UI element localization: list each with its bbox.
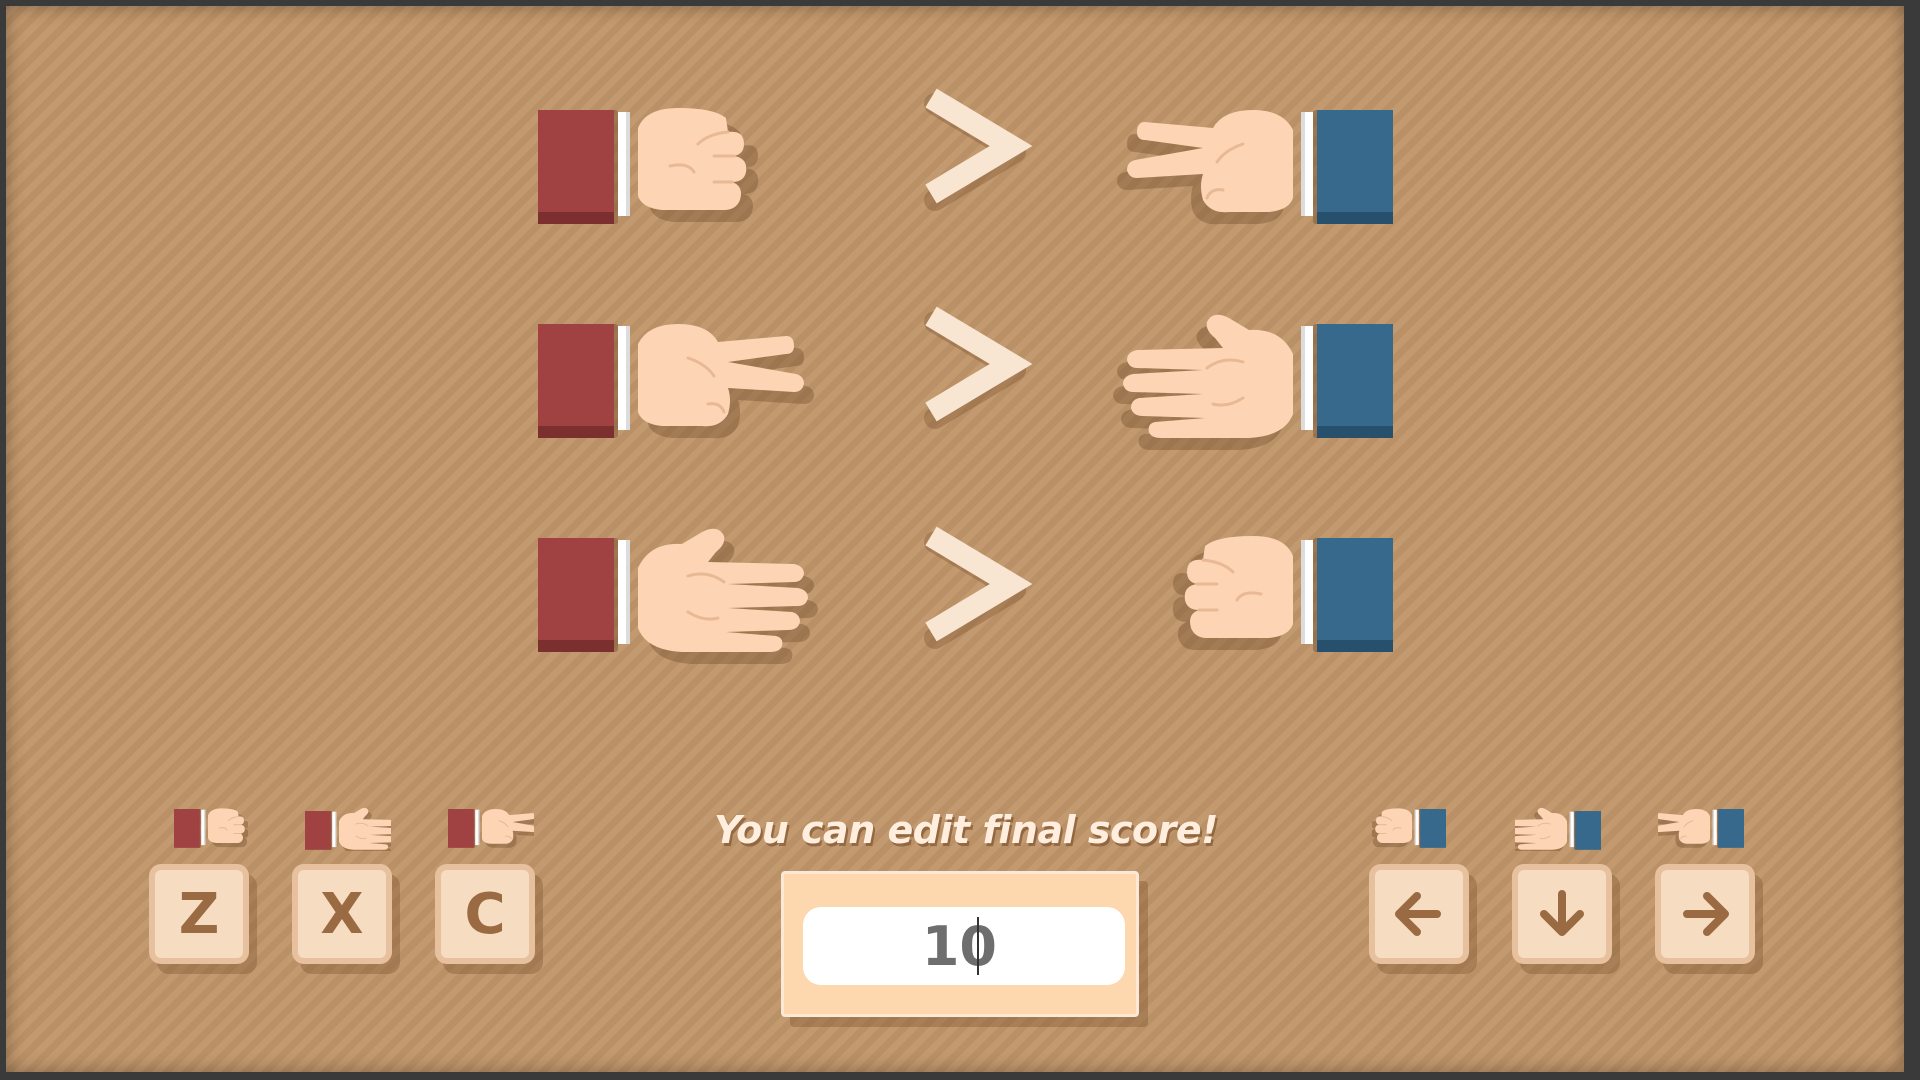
z-key-label: Z [178, 881, 220, 947]
left-arrow-key-button[interactable] [1375, 870, 1463, 958]
p1-paper-hand-icon [538, 527, 820, 666]
game-board: Z X C You can edit final score! 10 [6, 6, 1904, 1072]
left-arrow-icon [1395, 892, 1441, 936]
p2-paper-mini-icon [1515, 807, 1601, 851]
rule-row-scissors-beats-paper [538, 313, 1393, 452]
x-key-button[interactable]: X [298, 870, 386, 958]
p2-scissors-mini-icon [1658, 808, 1744, 849]
right-arrow-icon [1683, 892, 1729, 936]
down-arrow-key-button[interactable] [1518, 870, 1606, 958]
score-panel [781, 871, 1139, 1017]
p1-scissors-mini-icon [448, 808, 534, 849]
rule-row-paper-beats-rock [538, 527, 1393, 666]
text-caret [977, 917, 979, 975]
p2-scissors-hand-icon [1115, 108, 1393, 226]
beats-chevron-icon [931, 316, 1015, 418]
x-key-label: X [320, 881, 364, 947]
p2-paper-hand-icon [1111, 313, 1393, 452]
p1-rock-mini-icon [174, 807, 248, 849]
c-key-label: C [464, 881, 506, 947]
z-key-button[interactable]: Z [155, 870, 243, 958]
score-title: You can edit final score! [714, 808, 1218, 852]
down-arrow-icon [1540, 890, 1584, 936]
final-score-input[interactable] [803, 907, 1125, 985]
c-key-button[interactable]: C [441, 870, 529, 958]
p1-paper-mini-icon [305, 807, 391, 851]
rule-row-rock-beats-scissors [538, 98, 1393, 226]
p1-scissors-hand-icon [538, 322, 816, 440]
p1-rock-hand-icon [538, 106, 760, 226]
right-arrow-key-button[interactable] [1661, 870, 1749, 958]
beats-chevron-icon [931, 536, 1015, 638]
p2-rock-hand-icon [1171, 534, 1393, 654]
p2-rock-mini-icon [1372, 807, 1446, 849]
beats-chevron-icon [931, 98, 1015, 200]
